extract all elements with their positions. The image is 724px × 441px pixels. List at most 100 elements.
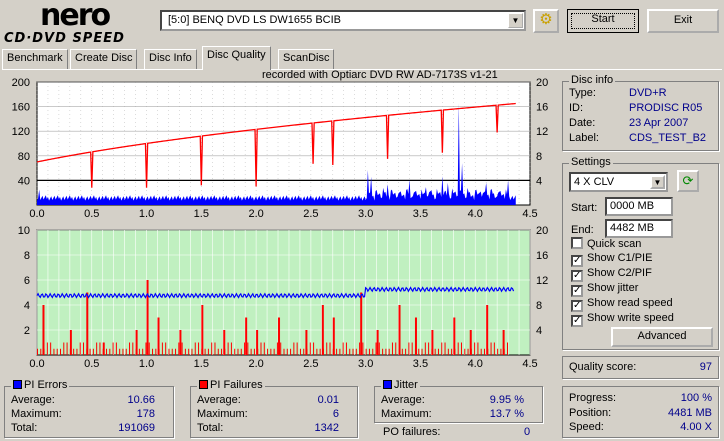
pi-failure-bar [224, 348, 226, 355]
y2-tick-label: 16 [536, 250, 548, 262]
tab-benchmark[interactable]: Benchmark [2, 49, 68, 69]
pi-failure-bar [283, 348, 285, 355]
jitter-max-value: 13.7 % [489, 408, 524, 420]
pi-failure-bar [322, 348, 324, 355]
chevron-down-icon[interactable]: ▼ [508, 13, 523, 28]
pi-failure-bar [273, 348, 275, 355]
pi-failure-bar [345, 342, 347, 355]
checkbox-box[interactable] [571, 237, 583, 249]
checkbox-box[interactable]: ✓ [571, 300, 583, 312]
pi-failure-bar [418, 348, 420, 355]
pi-failure-bar [122, 348, 124, 355]
checkbox-show-c2-pif[interactable]: ✓ Show C2/PIF [571, 267, 652, 282]
x-tick-label: 3.0 [358, 358, 373, 370]
x-tick-label: 0.5 [84, 208, 99, 220]
disc-info-group: Disc info Type: DVD+R ID: PRODISC R05 Date… [562, 74, 719, 151]
quality-score-label: Quality score: [569, 361, 637, 373]
pi-failure-bar [191, 348, 193, 355]
pi-failure-bar [388, 348, 390, 355]
tab-scandisc[interactable]: ScanDisc [278, 49, 335, 69]
id-value: PRODISC R05 [629, 102, 703, 114]
pi-failure-bar [165, 342, 167, 355]
x-tick-label: 2.5 [303, 208, 318, 220]
pi-failure-bar [99, 342, 101, 355]
pie-total-label: Total: [11, 422, 38, 434]
drive-eject-icon[interactable]: ⚙ [533, 9, 559, 33]
pi-failure-bar [112, 342, 114, 355]
plot-area [36, 81, 531, 206]
pi-failure-bar [201, 348, 203, 355]
refresh-icon[interactable]: ⟳ [677, 170, 699, 192]
pi-failure-bar [329, 342, 331, 355]
date-value: 23 Apr 2007 [629, 117, 689, 129]
pi-failure-bar [467, 348, 469, 355]
checkbox-show-write-speed[interactable]: ✓ Show write speed [571, 312, 674, 327]
pi-failure-bar [359, 342, 361, 355]
y2-tick-label: 8 [536, 300, 542, 312]
x-tick-label: 4.0 [468, 208, 483, 220]
start-button[interactable]: Start [567, 9, 639, 33]
pi-failure-bar [106, 348, 108, 355]
pi-failure-bar [171, 348, 173, 355]
progress-value: 100 % [680, 392, 712, 404]
end-input[interactable]: 4482 MB [605, 219, 673, 238]
pi-failure-bar [470, 348, 472, 355]
y2-tick-label: 20 [536, 225, 548, 237]
pi-failure-bar [221, 348, 223, 355]
pi-failure-bar [437, 348, 439, 355]
pi-failure-bar [376, 330, 379, 355]
pi-failure-bar [198, 342, 200, 355]
pie-avg-value: 10.66 [127, 394, 155, 406]
checkbox-box[interactable]: ✓ [571, 315, 583, 327]
x-tick-label: 0.5 [84, 358, 99, 370]
date-label: Date: [569, 117, 596, 129]
exit-button[interactable]: Exit [647, 9, 719, 33]
tab-disc-info[interactable]: Disc Info [144, 49, 197, 69]
y-tick-label: 4 [24, 300, 30, 312]
pi-failure-bar [306, 348, 308, 355]
drive-select[interactable]: [5:0] BENQ DVD LS DW1655 BCIB ▼ [160, 10, 526, 31]
pi-failure-bar [42, 305, 45, 355]
pi-failure-bar [408, 342, 410, 355]
speed-select[interactable]: 4 X CLV ▼ [569, 172, 668, 192]
pi-errors-group: PI Errors Average: 10.66 Maximum: 178 Tota… [4, 379, 174, 438]
pi-failure-bar [184, 348, 186, 355]
chevron-down-icon[interactable]: ▼ [650, 175, 665, 189]
pi-failure-bar [280, 342, 282, 355]
tab-disc-quality[interactable]: Disc Quality [202, 46, 271, 70]
checkbox-box[interactable]: ✓ [571, 255, 583, 267]
pif-max-value: 6 [332, 408, 339, 420]
quality-score-group: Quality score: 97 [562, 356, 719, 379]
drive-select-value: [5:0] BENQ DVD LS DW1655 BCIB [168, 14, 342, 26]
pi-failure-bar [464, 348, 466, 355]
checkbox-label: Show write speed [587, 312, 674, 324]
checkbox-quick-scan[interactable]: Quick scan [571, 237, 641, 250]
checkbox-box[interactable]: ✓ [571, 285, 583, 297]
pi-failure-bar [89, 348, 91, 355]
x-tick-label: 2.5 [303, 358, 318, 370]
pie-max-value: 178 [136, 408, 155, 420]
checkbox-label: Show C2/PIF [587, 267, 652, 279]
pi-failure-bar [178, 342, 180, 355]
pi-failure-bar [201, 305, 204, 355]
start-input[interactable]: 0000 MB [605, 197, 673, 216]
y2-tick-label: 16 [536, 102, 548, 114]
type-value: DVD+R [629, 87, 667, 99]
pi-failure-bar [500, 348, 502, 355]
pi-failure-bar [398, 305, 401, 355]
pi-failure-bar [395, 342, 397, 355]
pie-total-value: 191069 [118, 422, 155, 434]
pi-failure-bar [342, 342, 344, 355]
checkbox-show-c1-pie[interactable]: ✓ Show C1/PIE [571, 252, 652, 267]
checkbox-box[interactable]: ✓ [571, 270, 583, 282]
checkbox-show-read-speed[interactable]: ✓ Show read speed [571, 297, 673, 312]
pi-failure-bar [490, 342, 492, 355]
pi-failure-bar [66, 342, 68, 355]
advanced-button[interactable]: Advanced [611, 327, 713, 347]
x-tick-label: 0.0 [29, 208, 44, 220]
tab-create-disc[interactable]: Create Disc [70, 49, 138, 69]
charts: 200 20 160 16 120 12 80 8 40 4 0.0 0.5 1.0 1.5 2.0 2.5 3… [12, 77, 549, 370]
checkbox-label: Show read speed [587, 297, 673, 309]
pi-failure-bar [155, 348, 157, 355]
checkbox-show-jitter[interactable]: ✓ Show jitter [571, 282, 638, 297]
